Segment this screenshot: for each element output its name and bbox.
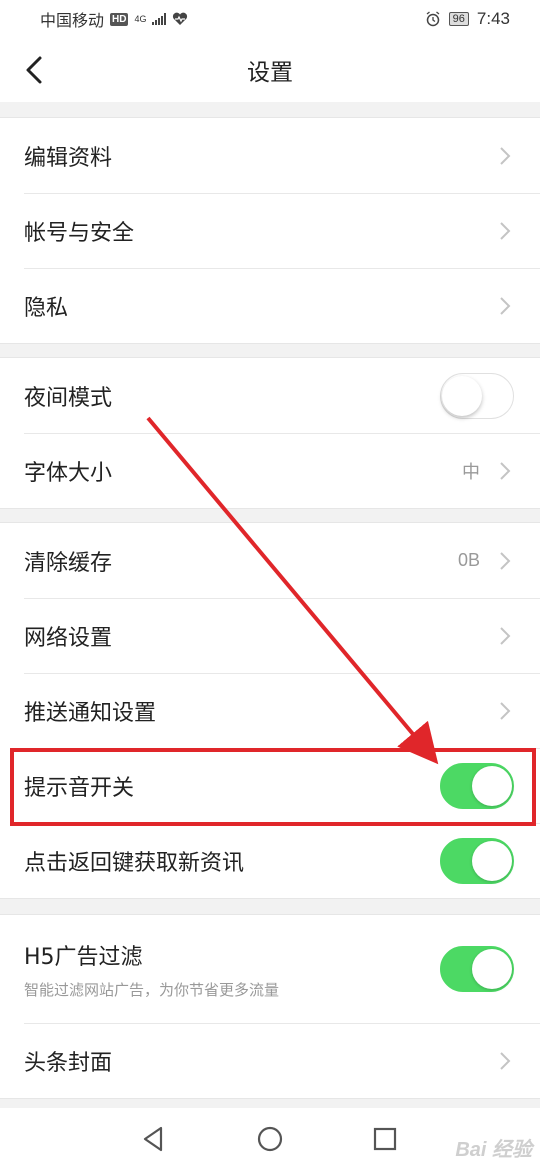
settings-group-account: 编辑资料 帐号与安全 隐私: [0, 117, 540, 344]
row-label: 头条封面: [24, 1050, 113, 1076]
row-account-security[interactable]: 帐号与安全: [0, 193, 540, 268]
font-size-value: 中: [462, 461, 480, 482]
cache-size-value: 0B: [457, 550, 480, 570]
settings-group-general: 清除缓存 0B 网络设置 推送通知设置 提示音开关 点击返回键获取新资讯: [0, 522, 540, 899]
chevron-right-icon: [500, 461, 511, 480]
toggle-knob: [472, 765, 512, 806]
notification-sound-toggle[interactable]: [440, 762, 514, 809]
row-label: 隐私: [24, 295, 69, 321]
back-refresh-toggle[interactable]: [440, 837, 514, 884]
row-notification-sound: 提示音开关: [0, 748, 540, 823]
row-network-settings[interactable]: 网络设置: [0, 598, 540, 673]
square-recents-icon[interactable]: [368, 1122, 402, 1156]
status-time: 7:43: [476, 9, 510, 28]
status-bar: 中国移动 HD 4G 96 7:43: [0, 0, 540, 38]
row-label: 字体大小: [24, 460, 113, 486]
row-label: 清除缓存: [24, 550, 113, 576]
chevron-right-icon: [500, 1051, 511, 1070]
settings-group-display: 夜间模式 字体大小 中: [0, 357, 540, 509]
toggle-knob: [472, 949, 512, 989]
row-label: 点击返回键获取新资讯: [24, 850, 245, 876]
circle-home-icon[interactable]: [253, 1122, 287, 1156]
row-label: 推送通知设置: [24, 700, 157, 726]
system-nav-bar: Bai 经验: [0, 1108, 540, 1170]
row-headline-cover[interactable]: 头条封面: [0, 1023, 540, 1098]
carrier-name: 中国移动: [40, 11, 105, 30]
row-edit-profile[interactable]: 编辑资料: [0, 118, 540, 193]
watermark: Bai 经验: [455, 1139, 532, 1161]
chevron-right-icon: [500, 551, 511, 570]
h5-ad-filter-toggle[interactable]: [440, 946, 514, 992]
heart-rate-icon: [173, 12, 188, 25]
chevron-left-icon[interactable]: [18, 52, 54, 88]
alarm-icon: [426, 11, 440, 27]
hd-badge: HD: [110, 12, 129, 26]
row-label: 夜间模式: [24, 385, 113, 411]
night-mode-toggle[interactable]: [440, 372, 514, 419]
row-font-size[interactable]: 字体大小 中: [0, 433, 540, 508]
status-right: 96 7:43: [425, 9, 510, 29]
header: 设置: [0, 38, 540, 102]
chevron-right-icon: [500, 296, 511, 315]
row-privacy[interactable]: 隐私: [0, 268, 540, 343]
row-back-refresh: 点击返回键获取新资讯: [0, 823, 540, 898]
page-title: 设置: [247, 60, 293, 86]
toggle-knob: [472, 840, 512, 881]
battery-level: 96: [448, 12, 469, 26]
chevron-right-icon: [500, 626, 511, 645]
row-night-mode: 夜间模式: [0, 358, 540, 433]
signal-icon: [152, 13, 167, 25]
chevron-right-icon: [500, 146, 511, 165]
chevron-right-icon: [500, 221, 511, 240]
network-type: 4G: [134, 13, 147, 24]
row-label: 帐号与安全: [24, 220, 135, 246]
toggle-knob: [442, 375, 482, 416]
chevron-right-icon: [500, 701, 511, 720]
row-clear-cache[interactable]: 清除缓存 0B: [0, 523, 540, 598]
row-label: H5广告过滤: [24, 944, 143, 970]
row-h5-ad-filter: H5广告过滤 智能过滤网站广告，为你节省更多流量: [0, 915, 540, 1023]
row-sublabel: 智能过滤网站广告，为你节省更多流量: [24, 980, 280, 999]
triangle-back-icon[interactable]: [137, 1122, 171, 1156]
row-label: 编辑资料: [24, 145, 113, 171]
row-label: 提示音开关: [24, 775, 135, 801]
row-push-settings[interactable]: 推送通知设置: [0, 673, 540, 748]
status-left: 中国移动 HD 4G: [40, 7, 188, 31]
row-label: 网络设置: [24, 625, 113, 651]
settings-group-content: H5广告过滤 智能过滤网站广告，为你节省更多流量 头条封面: [0, 914, 540, 1099]
